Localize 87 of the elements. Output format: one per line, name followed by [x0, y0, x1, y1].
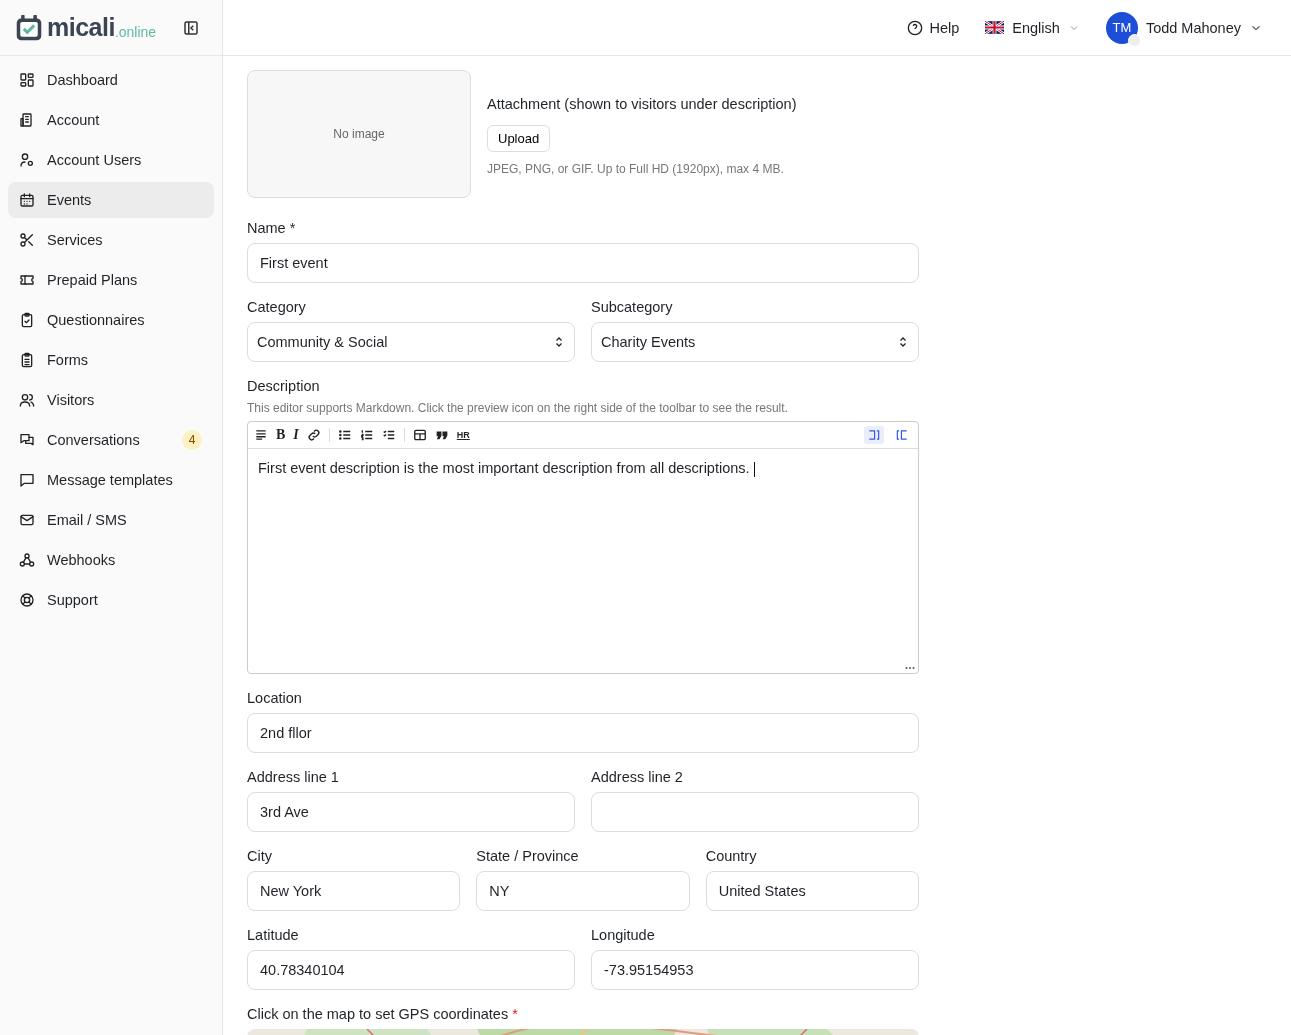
sidebar-item[interactable]: Webhooks — [8, 542, 214, 578]
numbers-icon[interactable] — [359, 428, 374, 442]
columns-icon — [867, 428, 881, 442]
up-down-chevron-icon — [553, 335, 565, 349]
field-label: Address line 2 — [591, 769, 684, 785]
avatar: TM — [1105, 11, 1138, 44]
clipboard-list-icon — [19, 352, 35, 368]
clipboard-check-icon — [19, 312, 35, 328]
calendar-check-icon — [15, 12, 43, 43]
field-label: Address line 1 — [247, 769, 340, 785]
attachment-hint: JPEG, PNG, or GIF. Up to Full HD (1920px), max 4 MB. — [487, 162, 784, 176]
users-icon — [19, 392, 35, 408]
field-label: Country — [705, 848, 758, 864]
sidebar-item[interactable]: Events — [8, 182, 214, 218]
help-link[interactable]: Help — [907, 19, 960, 36]
field-label: Longitude — [591, 927, 656, 943]
split-view-button[interactable] — [864, 426, 884, 444]
building-icon — [19, 112, 35, 128]
sidebar-item[interactable]: Message templates — [8, 462, 214, 498]
columns-icon — [895, 428, 909, 442]
sidebar-item[interactable]: Prepaid Plans — [8, 262, 214, 298]
upload-button[interactable]: Upload — [487, 125, 551, 152]
calendar-icon — [19, 192, 35, 208]
user-gear-icon — [19, 152, 35, 168]
field-label: Description — [247, 378, 321, 394]
input-field[interactable] — [591, 792, 919, 832]
sidebar-collapse-icon[interactable] — [182, 18, 200, 37]
sidebar-item[interactable]: Email / SMS — [8, 502, 214, 538]
language-selector[interactable]: English — [985, 19, 1080, 36]
bullets-icon[interactable] — [337, 428, 352, 442]
input-field[interactable]: -73.95154953 — [591, 950, 919, 990]
field-label: Subcategory — [591, 299, 674, 315]
attachment-label: Attachment (shown to visitors under description) — [487, 96, 797, 112]
input-field[interactable]: New York — [247, 871, 461, 911]
no-image-text: No image — [333, 127, 385, 141]
editor-hint: This editor supports Markdown. Click the preview icon on the right side of the toolbar to see the result. — [247, 401, 789, 415]
bold-button[interactable]: B — [276, 427, 286, 443]
field-label: City — [247, 848, 273, 864]
table-icon[interactable] — [412, 428, 427, 442]
help-icon — [907, 19, 924, 36]
scissors-icon — [19, 232, 35, 248]
sidebar-item[interactable]: Account Users — [8, 142, 214, 178]
chat-icon — [19, 472, 35, 488]
required-mark: * — [512, 1006, 518, 1022]
input-field[interactable]: United States — [705, 871, 919, 911]
field-label: Click on the map to set GPS coordinates * — [247, 1006, 519, 1022]
resize-handle-icon[interactable] — [905, 666, 915, 670]
field-label: Location — [247, 690, 303, 706]
brand-name: micali — [47, 13, 115, 42]
dashboard-icon — [19, 72, 35, 88]
webhook-icon — [19, 552, 35, 568]
rule-button[interactable]: HR — [456, 430, 470, 440]
field-label: Name * — [247, 220, 297, 236]
chats-icon — [19, 432, 35, 448]
lifebuoy-icon — [19, 592, 35, 608]
heading-icon[interactable] — [254, 428, 268, 442]
field-label: Category — [247, 299, 307, 315]
mail-icon — [19, 512, 35, 528]
sidebar-item[interactable]: Dashboard — [8, 62, 214, 98]
flag-icon — [985, 21, 1005, 34]
sidebar-item[interactable]: Questionnaires — [8, 302, 214, 338]
input-field[interactable]: 2nd fllor — [247, 713, 919, 753]
sidebar-item[interactable]: Services — [8, 222, 214, 258]
user-menu[interactable]: TM Todd Mahoney — [1105, 11, 1263, 44]
select-field[interactable]: Community & Social — [247, 322, 575, 362]
count-badge: 4 — [182, 430, 202, 450]
brand-suffix: .online — [114, 23, 157, 40]
input-field[interactable]: 3rd Ave — [247, 792, 575, 832]
markdown-editor[interactable]: B I HR First event description is the most important description from all descriptions. — [247, 421, 919, 674]
italic-button[interactable]: I — [293, 427, 299, 443]
sidebar-item[interactable]: Conversations 4 — [8, 422, 214, 458]
link-icon[interactable] — [306, 428, 321, 442]
quote-icon[interactable] — [434, 428, 449, 442]
sidebar-item[interactable]: Support — [8, 582, 214, 618]
sidebar-item[interactable]: Account — [8, 102, 214, 138]
sidebar-item[interactable]: Visitors — [8, 382, 214, 418]
up-down-chevron-icon — [897, 335, 909, 349]
ticket-icon — [19, 272, 35, 288]
field-label: State / Province — [476, 848, 580, 864]
field-label: Latitude — [247, 927, 300, 943]
sidebar-item[interactable]: Forms — [8, 342, 214, 378]
tasks-icon[interactable] — [381, 428, 396, 442]
input-field[interactable]: 40.78340104 — [247, 950, 575, 990]
select-field[interactable]: Charity Events — [591, 322, 919, 362]
input-field[interactable]: First event — [247, 243, 919, 283]
editor-text: First event description is the most important description from all descriptions. — [258, 460, 750, 476]
input-field[interactable]: NY — [476, 871, 690, 911]
